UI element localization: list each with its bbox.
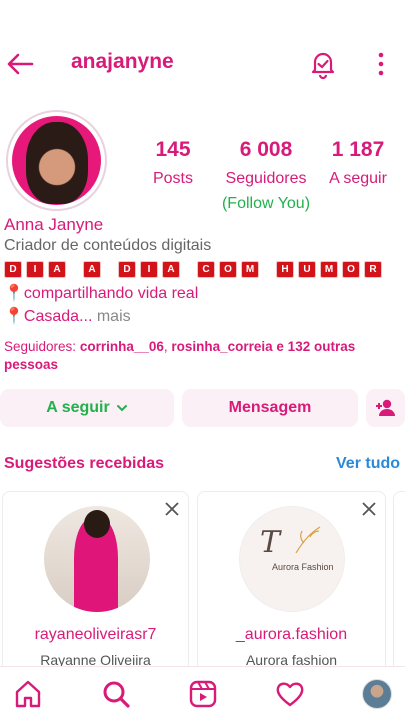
- letter-tile: O: [342, 261, 360, 278]
- following-button-label: A seguir: [46, 399, 110, 416]
- heart-icon[interactable]: [275, 679, 305, 709]
- search-icon[interactable]: [101, 679, 131, 709]
- stat-following[interactable]: 1 187 A seguir: [322, 138, 394, 188]
- message-button[interactable]: Mensagem: [182, 389, 358, 427]
- more-vertical-icon[interactable]: [370, 51, 392, 77]
- logo-brand-name: Aurora Fashion: [272, 562, 334, 572]
- letter-tile: H: [276, 261, 294, 278]
- close-icon[interactable]: [361, 501, 377, 517]
- stat-posts[interactable]: 145 Posts: [143, 138, 203, 188]
- follows-you-badge: (Follow You): [221, 195, 311, 212]
- profile-username: anajanyne: [71, 50, 174, 73]
- letter-tile: D: [118, 261, 136, 278]
- chevron-down-icon: [116, 405, 127, 412]
- profile-tab-avatar[interactable]: [362, 679, 392, 709]
- leaf-icon: [295, 526, 321, 554]
- tile-gap: [70, 261, 79, 278]
- letter-tile: C: [197, 261, 215, 278]
- profile-full-name: Anna Janyne: [4, 215, 104, 234]
- following-button[interactable]: A seguir: [0, 389, 174, 427]
- pin-icon-2: 📍: [4, 308, 24, 325]
- suggestion-username[interactable]: _aurora.fashion: [198, 626, 385, 644]
- pin-icon: 📍: [4, 285, 24, 302]
- tile-gap: [105, 261, 114, 278]
- home-icon[interactable]: [13, 679, 43, 709]
- following-label: A seguir: [329, 170, 387, 187]
- letter-tile: R: [364, 261, 382, 278]
- suggestion-avatar[interactable]: [44, 506, 150, 612]
- letter-tile: M: [320, 261, 338, 278]
- profile-category: Criador de conteúdos digitais: [4, 237, 212, 254]
- stat-followers[interactable]: 6 008 Seguidores: [216, 138, 316, 188]
- bio-letter-tiles: DIAADIACOMHUMOR: [4, 261, 382, 278]
- suggestions-title: Sugestões recebidas: [4, 455, 165, 472]
- letter-tile: A: [162, 261, 180, 278]
- followers-count: 6 008: [239, 138, 293, 161]
- reels-icon[interactable]: [188, 679, 218, 709]
- logo-letter: T: [260, 525, 281, 560]
- posts-count: 145: [155, 138, 191, 161]
- bell-check-icon[interactable]: [308, 49, 338, 79]
- letter-tile: O: [219, 261, 237, 278]
- letter-tile: U: [298, 261, 316, 278]
- close-icon[interactable]: [164, 501, 180, 517]
- suggested-users-button[interactable]: [366, 389, 405, 427]
- followed-by-user-2[interactable]: rosinha_correia: [171, 339, 272, 354]
- suggestion-card-partial[interactable]: [393, 491, 405, 681]
- followed-by[interactable]: Seguidores: corrinha__06, rosinha_correi…: [4, 338, 384, 374]
- letter-tile: A: [48, 261, 66, 278]
- bio-more-link[interactable]: mais: [92, 308, 131, 325]
- message-button-label: Mensagem: [228, 399, 312, 416]
- see-all-link[interactable]: Ver tudo: [336, 455, 400, 473]
- bottom-navigation: [0, 666, 405, 720]
- letter-tile: I: [140, 261, 158, 278]
- following-count: 1 187: [331, 138, 385, 161]
- followed-by-user-1[interactable]: corrinha__06: [80, 339, 164, 354]
- suggestion-username[interactable]: rayaneoliveirasr7: [3, 626, 188, 644]
- suggestion-card[interactable]: rayaneoliveirasr7 Rayanne Oliveiira: [2, 491, 189, 681]
- letter-tile: M: [241, 261, 259, 278]
- add-user-icon: [375, 399, 395, 416]
- bio-line-2: 📍Casada... mais: [4, 306, 131, 326]
- suggestion-avatar-logo[interactable]: T Aurora Fashion: [239, 506, 345, 612]
- letter-tile: I: [26, 261, 44, 278]
- followers-label: Seguidores: [225, 170, 307, 187]
- tile-gap: [263, 261, 272, 278]
- profile-avatar[interactable]: [12, 116, 101, 205]
- posts-label: Posts: [152, 170, 193, 187]
- bio-line-1-text: compartilhando vida real: [23, 285, 199, 302]
- bio-line-1: 📍compartilhando vida real: [4, 283, 198, 303]
- bio-line-2-text: Casada...: [23, 308, 93, 325]
- suggestion-card[interactable]: T Aurora Fashion _aurora.fashion Aurora …: [197, 491, 386, 681]
- letter-tile: D: [4, 261, 22, 278]
- back-arrow-icon[interactable]: [4, 50, 36, 78]
- tile-gap: [184, 261, 193, 278]
- letter-tile: A: [83, 261, 101, 278]
- top-bar: anajanyne: [0, 0, 405, 128]
- followed-by-prefix: Seguidores:: [4, 339, 80, 354]
